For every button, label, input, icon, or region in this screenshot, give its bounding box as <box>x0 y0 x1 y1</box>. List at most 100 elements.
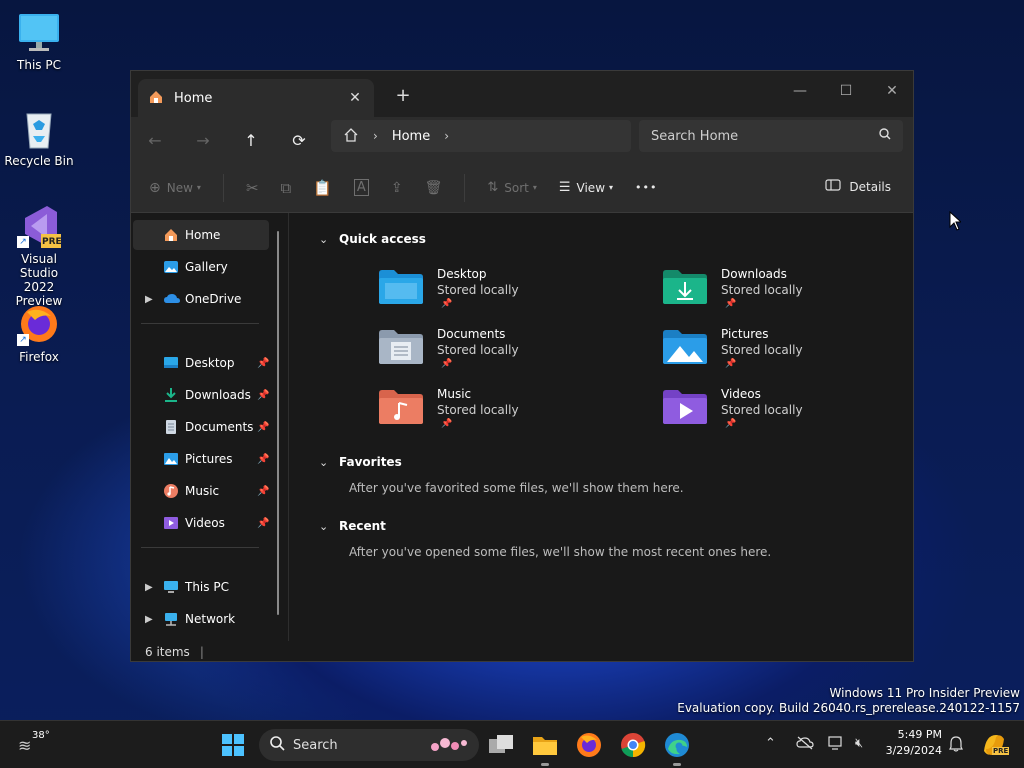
sidebar-item-desktop[interactable]: Desktop 📌 <box>133 348 269 378</box>
chevron-right-icon[interactable]: › <box>444 129 449 143</box>
pin-icon[interactable]: 📌 <box>257 454 269 465</box>
favorites-header[interactable]: ⌄ Favorites <box>319 455 402 469</box>
chevron-right-icon[interactable]: ▶ <box>145 582 153 593</box>
quick-access-item-downloads[interactable]: Downloads Stored locally 📌 <box>663 267 913 325</box>
pin-icon[interactable]: 📌 <box>257 486 269 497</box>
desktop-icon-recycle-bin[interactable]: Recycle Bin <box>4 106 74 168</box>
pin-icon[interactable]: 📌 <box>257 390 269 401</box>
close-button[interactable]: ✕ <box>869 77 913 105</box>
forward-button[interactable]: → <box>179 131 227 150</box>
taskbar-clock[interactable]: 5:49 PM 3/29/2024 <box>880 727 942 759</box>
sidebar-item-label: Gallery <box>185 260 228 274</box>
maximize-button[interactable]: ☐ <box>823 77 869 105</box>
weather-widget[interactable]: ≋ 38° <box>18 730 58 760</box>
volume-muted-icon[interactable]: 🔇︎ <box>855 736 863 751</box>
desktop-icon-visual-studio[interactable]: PRE ↗ Visual Studio 2022 Preview <box>4 204 74 308</box>
sidebar-item-downloads[interactable]: Downloads 📌 <box>133 380 269 410</box>
quick-access-item-pictures[interactable]: Pictures Stored locally 📌 <box>663 327 913 385</box>
download-folder-icon <box>663 269 707 305</box>
chevron-down-icon: ⌄ <box>319 232 329 246</box>
sidebar-item-documents[interactable]: Documents 📌 <box>133 412 269 442</box>
clock-date: 3/29/2024 <box>885 744 942 757</box>
home-icon[interactable] <box>343 127 359 146</box>
quick-access-item-documents[interactable]: Documents Stored locally 📌 <box>379 327 649 385</box>
pin-icon[interactable]: 📌 <box>257 358 269 369</box>
view-button[interactable]: ☰ View ▾ <box>559 180 613 195</box>
chevron-up-icon[interactable]: ⌃ <box>765 736 776 751</box>
see-more-button[interactable]: ••• <box>635 181 657 194</box>
copilot-button[interactable]: PRE <box>980 731 1010 759</box>
back-button[interactable]: ← <box>131 131 179 150</box>
shortcut-arrow-icon: ↗ <box>17 236 29 248</box>
pin-icon[interactable]: 📌 <box>257 518 269 529</box>
desktop-folder-icon <box>379 269 423 305</box>
quick-access-item-videos[interactable]: Videos Stored locally 📌 <box>663 387 913 445</box>
sort-button[interactable]: ⇅ Sort ▾ <box>487 180 537 195</box>
network-icon <box>163 611 181 627</box>
desktop-icon-this-pc[interactable]: This PC <box>4 10 74 72</box>
tab-label: Home <box>174 90 213 106</box>
close-tab-icon[interactable]: ✕ <box>346 90 364 106</box>
chevron-right-icon[interactable]: ▶ <box>145 294 153 305</box>
item-name: Music <box>437 387 472 401</box>
quick-access-item-desktop[interactable]: Desktop Stored locally 📌 <box>379 267 649 325</box>
home-icon <box>148 89 164 108</box>
breadcrumb-home[interactable]: Home <box>392 129 430 144</box>
sidebar-item-videos[interactable]: Videos 📌 <box>133 508 269 538</box>
desktop-icon-firefox[interactable]: ↗ Firefox <box>4 302 74 364</box>
chevron-right-icon[interactable]: ▶ <box>145 614 153 625</box>
delete-button[interactable]: 🗑 <box>425 180 443 196</box>
cloud-icon <box>163 291 181 307</box>
toolbar-divider <box>222 173 224 202</box>
chevron-right-icon[interactable]: › <box>373 129 378 143</box>
monitor-icon <box>163 579 181 595</box>
copy-icon: ⧉ <box>280 178 292 197</box>
paste-button[interactable]: 📋 <box>313 179 332 197</box>
minimize-button[interactable]: — <box>777 77 823 105</box>
refresh-button[interactable]: ⟳ <box>275 131 323 150</box>
sidebar-item-label: Home <box>185 228 221 242</box>
edge-taskbar-button[interactable] <box>663 731 691 759</box>
search-icon <box>879 128 891 144</box>
rename-button[interactable]: A <box>353 179 369 196</box>
sidebar-item-pictures[interactable]: Pictures 📌 <box>133 444 269 474</box>
search-box[interactable]: Search Home <box>639 120 903 152</box>
share-button[interactable]: ⇪ <box>391 180 403 196</box>
chrome-taskbar-button[interactable] <box>619 731 647 759</box>
details-button[interactable]: Details <box>825 179 891 194</box>
cherry-blossom-icon <box>427 735 471 759</box>
item-status: Stored locally <box>721 343 803 357</box>
windows-logo-icon <box>222 734 244 756</box>
onedrive-offline-icon[interactable] <box>796 736 814 754</box>
tab-home[interactable]: Home ✕ <box>138 79 374 117</box>
sidebar-item-label: Documents <box>185 420 254 434</box>
taskbar-search[interactable]: Search <box>259 729 479 761</box>
content-pane: ⌄ Quick access Desktop Stored locally 📌 … <box>291 213 913 641</box>
sidebar-item-music[interactable]: Music 📌 <box>133 476 269 506</box>
sidebar-item-network[interactable]: ▶ Network <box>133 604 269 634</box>
quick-access-item-music[interactable]: Music Stored locally 📌 <box>379 387 649 445</box>
new-button[interactable]: ⊕ New ▾ <box>149 180 201 196</box>
copy-button[interactable]: ⧉ <box>281 179 292 197</box>
up-button[interactable]: ↑ <box>227 131 275 150</box>
address-bar[interactable]: › Home › <box>331 120 631 152</box>
start-button[interactable] <box>219 731 247 759</box>
new-tab-button[interactable]: + <box>393 85 413 106</box>
cut-button[interactable]: ✂ <box>246 179 259 197</box>
sidebar-scrollbar[interactable] <box>277 231 279 615</box>
quick-access-header[interactable]: ⌄ Quick access <box>319 232 426 246</box>
sidebar-item-onedrive[interactable]: ▶ OneDrive <box>133 284 269 314</box>
sidebar-item-this-pc[interactable]: ▶ This PC <box>133 572 269 602</box>
navigation-pane: Home Gallery ▶ OneDrive Desktop 📌 Downlo… <box>131 213 289 641</box>
sidebar-item-gallery[interactable]: Gallery <box>133 252 269 282</box>
notification-bell-icon[interactable] <box>949 736 963 756</box>
sidebar-item-home[interactable]: Home <box>133 220 269 250</box>
file-explorer-window: Home ✕ + — ☐ ✕ ← → ↑ ⟳ › Home › Search H… <box>130 70 914 662</box>
item-name: Downloads <box>721 267 787 281</box>
recent-header[interactable]: ⌄ Recent <box>319 519 386 533</box>
network-status-icon[interactable] <box>828 736 844 754</box>
pin-icon[interactable]: 📌 <box>257 422 269 433</box>
task-view-button[interactable] <box>487 731 515 759</box>
file-explorer-taskbar-button[interactable] <box>531 731 559 759</box>
firefox-taskbar-button[interactable] <box>575 731 603 759</box>
